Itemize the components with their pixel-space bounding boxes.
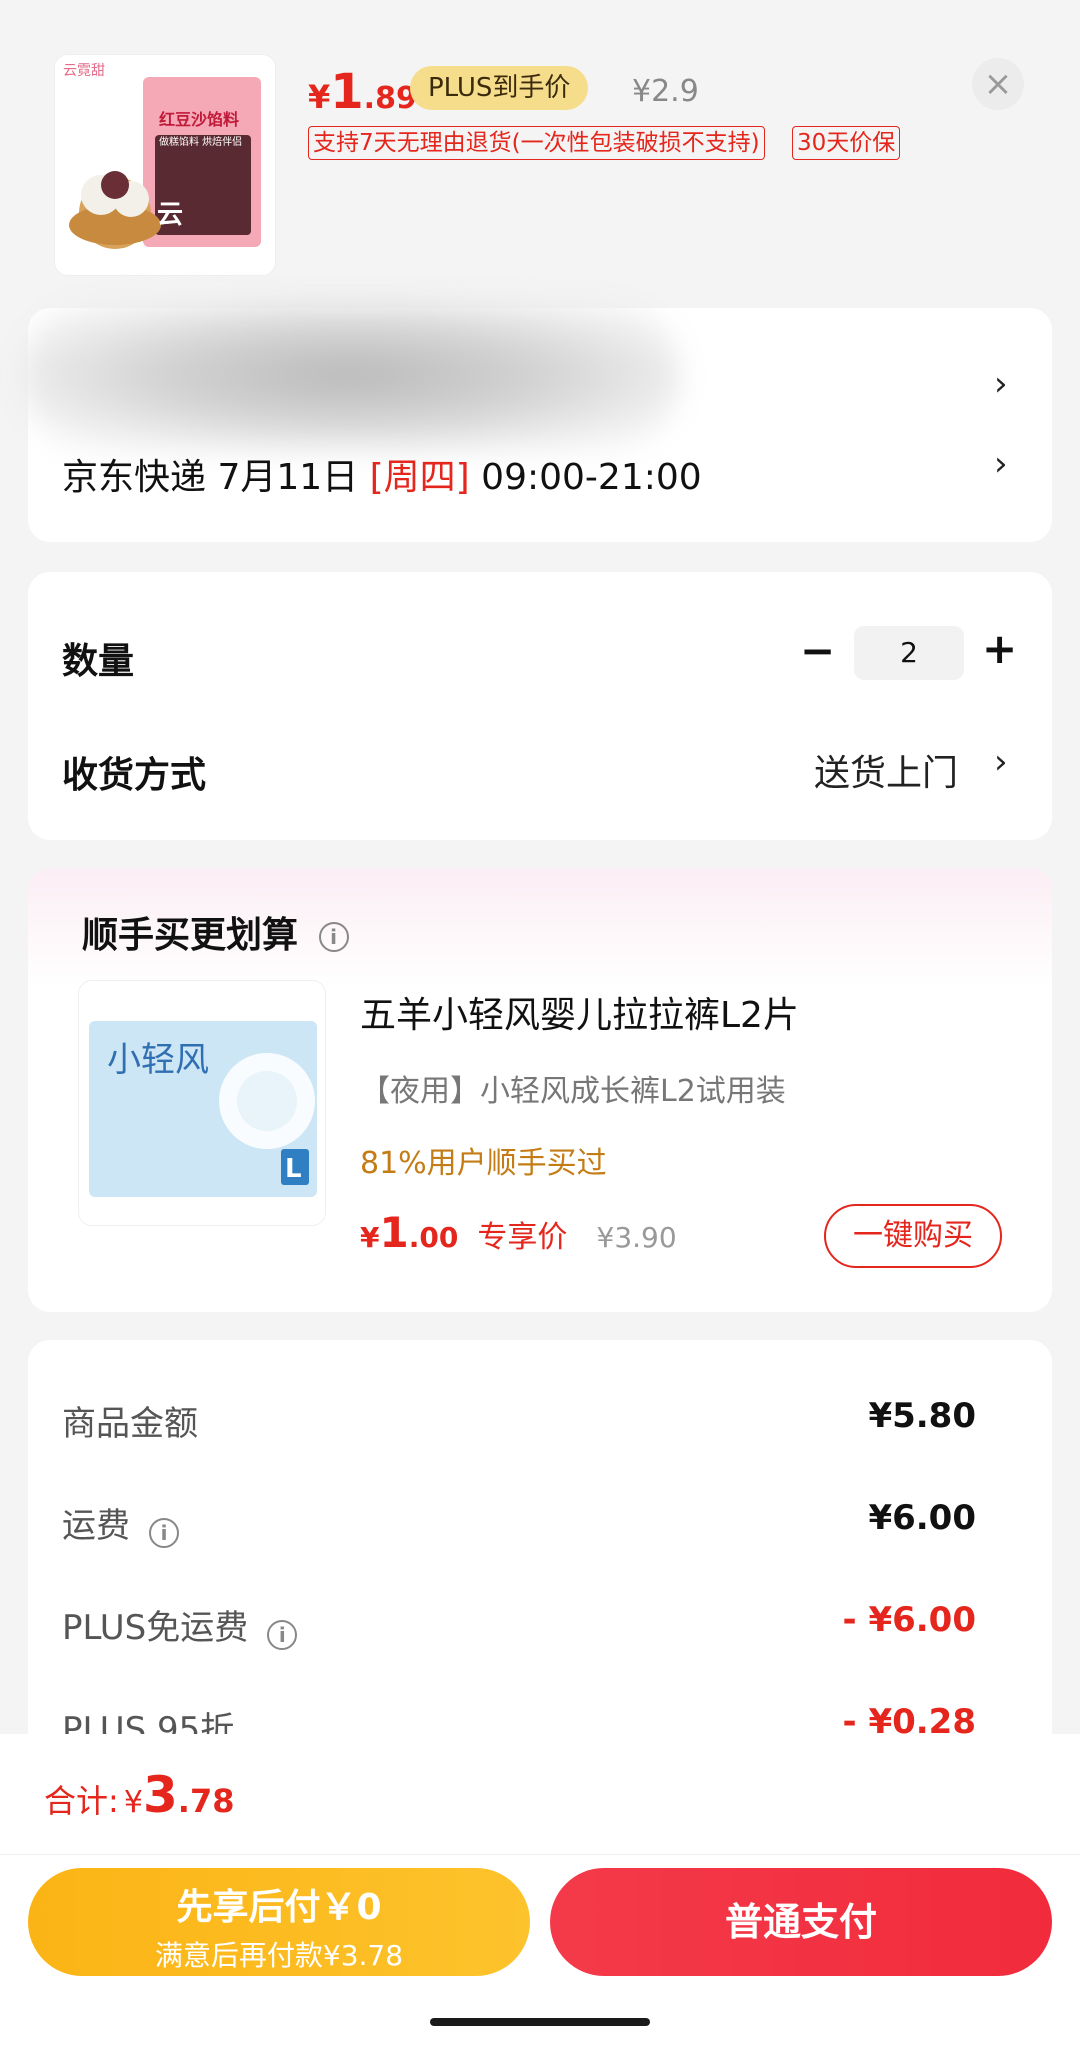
- divider: [0, 1854, 1080, 1855]
- total-dec: .78: [177, 1782, 235, 1820]
- product-image-brand: 云霓甜: [63, 63, 105, 79]
- total-label: 合计:: [44, 1782, 119, 1820]
- pay-later-button[interactable]: 先享后付￥0 满意后再付款¥3.78: [28, 1868, 530, 1976]
- cross-image-badge: L: [285, 1154, 302, 1184]
- delivery-time-window: 09:00-21:00: [481, 457, 702, 498]
- fee-value-goods: ¥5.80: [868, 1396, 976, 1436]
- close-button[interactable]: ×: [972, 58, 1024, 110]
- price-int: 1: [330, 64, 364, 120]
- price-currency: ¥: [308, 78, 331, 116]
- one-click-buy-button[interactable]: 一键购买: [824, 1204, 1002, 1268]
- plus-price-badge: PLUS到手价: [410, 66, 589, 110]
- fee-row: PLUS免运费 i: [62, 1600, 298, 1650]
- normal-pay-button[interactable]: 普通支付: [550, 1868, 1052, 1976]
- total-int: 3: [142, 1766, 178, 1824]
- fee-row: 商品金额: [62, 1396, 198, 1445]
- shipping-method-label: 收货方式: [62, 755, 207, 796]
- checkout-sheet: 云霓甜 红豆沙馅料 做糕馅料 烘焙伴侣 云 ¥1.89 PLUS到手价 ¥2.9…: [0, 0, 1080, 2058]
- chevron-right-icon[interactable]: ›: [994, 444, 1008, 484]
- chevron-right-icon[interactable]: ›: [994, 742, 1008, 782]
- quantity-increment-button[interactable]: +: [982, 624, 1017, 673]
- fee-label-shipping: 运费: [62, 1506, 130, 1546]
- fee-label-plus-shipping: PLUS免运费: [62, 1608, 249, 1648]
- cross-price-int: 1: [379, 1208, 409, 1257]
- cross-sell-thumbnail[interactable]: L 小轻风: [78, 980, 326, 1226]
- product-price: ¥1.89: [308, 64, 417, 120]
- info-icon[interactable]: i: [267, 1619, 298, 1650]
- order-total: 合计: ¥3.78: [44, 1766, 234, 1824]
- product-image-badge: 云: [157, 200, 183, 230]
- fee-value-shipping: ¥6.00: [868, 1498, 976, 1538]
- price-dec: .89: [363, 81, 417, 116]
- home-indicator: [430, 2018, 650, 2026]
- fee-label-goods: 商品金额: [62, 1404, 198, 1444]
- cross-image-title: 小轻风: [107, 1040, 209, 1080]
- fee-row: 运费 i: [62, 1498, 180, 1548]
- return-policy-tag: 支持7天无理由退货(一次性包装破损不支持): [308, 126, 765, 160]
- product-image-sub: 做糕馅料 烘焙伴侣: [159, 135, 242, 148]
- product-thumbnail: 云霓甜 红豆沙馅料 做糕馅料 烘焙伴侣 云: [54, 54, 276, 276]
- price-protection-tag: 30天价保: [792, 126, 901, 160]
- delivery-carrier-date: 京东快递 7月11日: [62, 457, 359, 498]
- delivery-time-row[interactable]: 京东快递 7月11日 [周四] 09:00-21:00: [62, 448, 702, 500]
- pay-later-title: 先享后付￥0: [176, 1887, 382, 1928]
- quantity-input[interactable]: 2: [854, 626, 964, 680]
- pay-later-subtitle: 满意后再付款¥3.78: [154, 1939, 404, 1972]
- original-price: ¥2.9: [632, 74, 699, 109]
- cross-sell-product-desc: 【夜用】小轻风成长裤L2试用装: [360, 1074, 786, 1109]
- quantity-label: 数量: [62, 641, 135, 682]
- fee-value-plus-shipping: - ¥6.00: [842, 1600, 977, 1640]
- shipping-method-value[interactable]: 送货上门: [814, 744, 958, 796]
- cross-price-tag: 专享价: [477, 1220, 568, 1255]
- cross-original-price: ¥3.90: [596, 1221, 677, 1254]
- info-icon[interactable]: i: [318, 922, 349, 952]
- cross-price-dec: .00: [408, 1221, 459, 1254]
- cross-sell-price: ¥1.00 专享价 ¥3.90: [360, 1208, 677, 1257]
- quantity-card: [28, 572, 1052, 840]
- product-image-title: 红豆沙馅料: [159, 110, 239, 129]
- cross-sell-title-text: 顺手买更划算: [82, 915, 299, 956]
- total-currency: ¥: [123, 1785, 143, 1820]
- cross-sell-social-proof: 81%用户顺手买过: [360, 1146, 607, 1181]
- chevron-right-icon[interactable]: ›: [994, 364, 1008, 404]
- quantity-decrement-button[interactable]: −: [800, 626, 835, 675]
- cross-sell-product-name[interactable]: 五羊小轻风婴儿拉拉裤L2片: [360, 986, 799, 1038]
- info-icon[interactable]: i: [149, 1517, 180, 1548]
- delivery-weekday: [周四]: [369, 457, 470, 498]
- close-icon: ×: [983, 64, 1013, 104]
- address-redacted: [20, 300, 680, 450]
- cross-sell-title: 顺手买更划算 i: [82, 906, 349, 958]
- cross-price-currency: ¥: [360, 1221, 380, 1254]
